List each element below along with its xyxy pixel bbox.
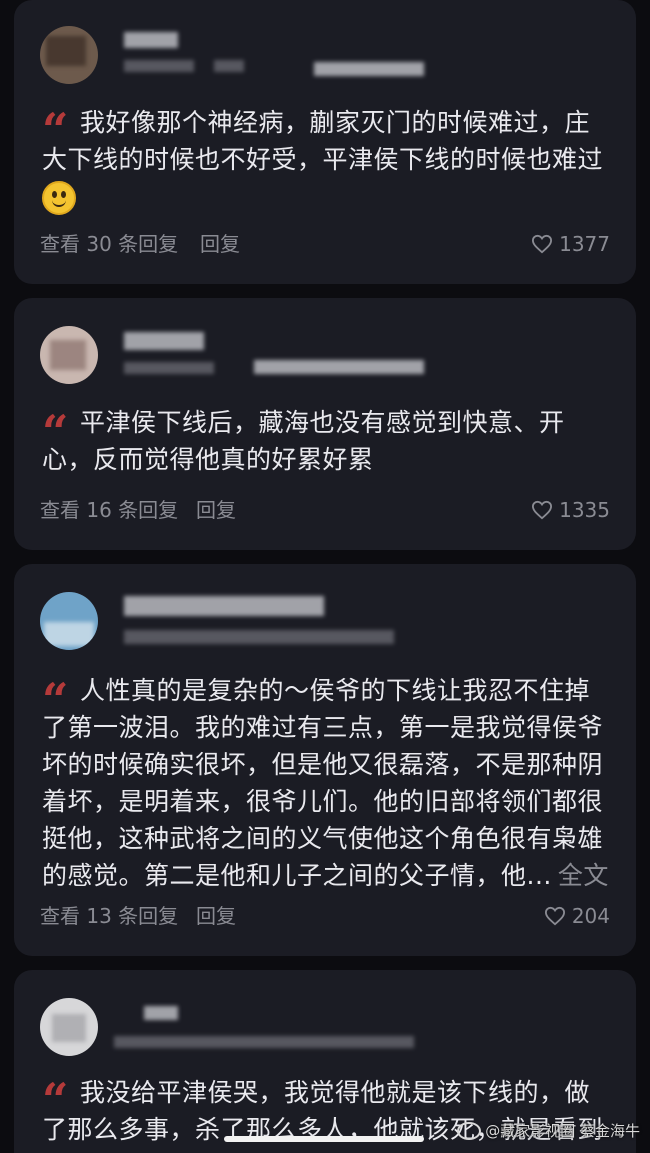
comment-card[interactable]: “ 我好像那个神经病，蒯家灭门的时候难过，庄大下线的时候也不好受，平津侯下线的时…: [14, 0, 636, 284]
meta-obscured: [114, 1036, 414, 1048]
heart-icon: [544, 906, 566, 926]
username-obscured[interactable]: [124, 332, 204, 350]
reply-button[interactable]: 回复: [200, 229, 240, 259]
username-obscured[interactable]: [124, 32, 178, 48]
like-count: 204: [571, 904, 610, 928]
comment-footer: 查看 16 条回复 回复 1335: [40, 495, 610, 525]
meta-obscured: [214, 60, 244, 72]
avatar[interactable]: [40, 592, 98, 650]
like-count: 1377: [559, 232, 610, 256]
meta-obscured: [124, 60, 194, 72]
watermark: @藏家影视圈 蔡金海牛: [457, 1120, 640, 1141]
home-indicator[interactable]: [224, 1136, 424, 1142]
watermark-text: @藏家影视圈 蔡金海牛: [485, 1122, 640, 1140]
comment-card[interactable]: “ 平津侯下线后，藏海也没有感觉到快意、开心，反而觉得他真的好累好累 查看 16…: [14, 298, 636, 550]
meta-obscured: [124, 630, 394, 644]
comment-text: 我好像那个神经病，蒯家灭门的时候难过，庄大下线的时候也不好受，平津侯下线的时候也…: [42, 108, 604, 174]
reply-button[interactable]: 回复: [196, 495, 236, 525]
view-replies-link[interactable]: 查看 13 条回复: [40, 901, 178, 931]
comment-text: 平津侯下线后，藏海也没有感觉到快意、开心，反而觉得他真的好累好累: [42, 408, 565, 474]
avatar[interactable]: [40, 26, 98, 84]
comment-card[interactable]: “ 人性真的是复杂的～侯爷的下线让我忍不住掉了第一波泪。我的难过有三点，第一是我…: [14, 564, 636, 956]
expand-full-text-link[interactable]: 全文: [558, 861, 609, 890]
heart-icon: [531, 234, 553, 254]
reply-button[interactable]: 回复: [196, 901, 236, 931]
meta-obscured: [254, 360, 424, 374]
meta-obscured: [314, 62, 424, 76]
like-button[interactable]: 204: [544, 901, 610, 931]
meta-obscured: [124, 362, 214, 374]
weibo-icon: [457, 1121, 482, 1140]
comment-footer: 查看 13 条回复 回复 204: [40, 901, 610, 931]
like-button[interactable]: 1335: [531, 495, 610, 525]
like-count: 1335: [559, 498, 610, 522]
avatar[interactable]: [40, 326, 98, 384]
smile-emoji-icon: [42, 181, 76, 215]
view-replies-link[interactable]: 查看 30 条回复: [40, 229, 178, 259]
username-obscured[interactable]: [124, 596, 324, 616]
view-replies-link[interactable]: 查看 16 条回复: [40, 495, 178, 525]
comment-text: 人性真的是复杂的～侯爷的下线让我忍不住掉了第一波泪。我的难过有三点，第一是我觉得…: [42, 676, 604, 890]
comment-footer: 查看 30 条回复 回复 1377: [40, 229, 610, 259]
like-button[interactable]: 1377: [531, 229, 610, 259]
username-obscured[interactable]: [144, 1006, 178, 1020]
avatar[interactable]: [40, 998, 98, 1056]
heart-icon: [531, 500, 553, 520]
comment-feed: “ 我好像那个神经病，蒯家灭门的时候难过，庄大下线的时候也不好受，平津侯下线的时…: [0, 0, 650, 1153]
